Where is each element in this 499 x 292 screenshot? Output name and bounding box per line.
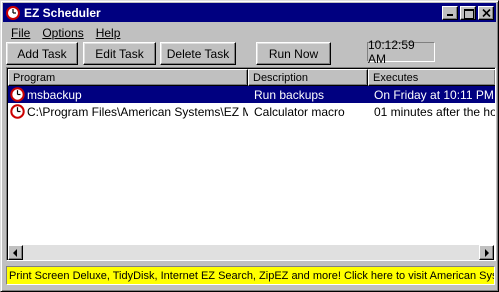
- close-button[interactable]: [478, 5, 494, 20]
- run-now-button[interactable]: Run Now: [256, 42, 331, 65]
- clock-icon: [10, 104, 25, 119]
- menu-options[interactable]: Options: [36, 26, 89, 40]
- column-header-description[interactable]: Description: [248, 69, 368, 86]
- cell-program: C:\Program Files\American Systems\EZ M..…: [8, 104, 248, 119]
- task-list[interactable]: Program Description Executes msbackup Ru…: [6, 67, 496, 261]
- scroll-right-button[interactable]: [479, 245, 494, 260]
- program-name: C:\Program Files\American Systems\EZ M..…: [27, 104, 248, 119]
- menu-options-label: Options: [42, 25, 84, 40]
- toolbar: Add Task Edit Task Delete Task Run Now 1…: [1, 38, 498, 66]
- cell-description: Calculator macro: [254, 104, 345, 119]
- window-title: EZ Scheduler: [24, 5, 101, 20]
- edit-task-button[interactable]: Edit Task: [83, 42, 156, 65]
- delete-task-button[interactable]: Delete Task: [160, 42, 236, 65]
- minimize-button[interactable]: [442, 5, 458, 20]
- promo-banner[interactable]: Print Screen Deluxe, TidyDisk, Internet …: [6, 266, 495, 285]
- clock-display: 10:12:59 AM: [367, 38, 435, 66]
- program-name: msbackup: [27, 87, 82, 102]
- add-task-button[interactable]: Add Task: [6, 42, 78, 65]
- clock-icon: [6, 5, 20, 20]
- scroll-left-button[interactable]: [8, 245, 23, 260]
- column-header-program[interactable]: Program: [8, 69, 248, 86]
- table-row[interactable]: msbackup Run backups On Friday at 10:11 …: [8, 86, 495, 103]
- table-row[interactable]: C:\Program Files\American Systems\EZ M..…: [8, 103, 496, 120]
- close-icon: [481, 8, 491, 17]
- horizontal-scrollbar[interactable]: [8, 245, 494, 260]
- cell-executes: 01 minutes after the hour: [374, 104, 496, 119]
- cell-description: Run backups: [254, 87, 325, 102]
- menu-file[interactable]: File: [5, 26, 36, 40]
- menu-file-label: File: [11, 25, 31, 40]
- column-header-executes[interactable]: Executes: [368, 69, 495, 86]
- title-bar[interactable]: EZ Scheduler: [3, 3, 496, 22]
- menu-help-label: Help: [95, 25, 121, 40]
- list-rows: msbackup Run backups On Friday at 10:11 …: [8, 86, 496, 120]
- list-header: Program Description Executes: [8, 69, 495, 86]
- app-window: EZ Scheduler File Options Help Add Task …: [0, 0, 499, 292]
- cell-executes: On Friday at 10:11 PM: [374, 87, 494, 102]
- cell-program: msbackup: [8, 87, 248, 102]
- clock-icon: [10, 87, 25, 102]
- menu-bar: File Options Help: [5, 24, 126, 41]
- maximize-button[interactable]: [460, 5, 476, 20]
- menu-help[interactable]: Help: [90, 26, 127, 40]
